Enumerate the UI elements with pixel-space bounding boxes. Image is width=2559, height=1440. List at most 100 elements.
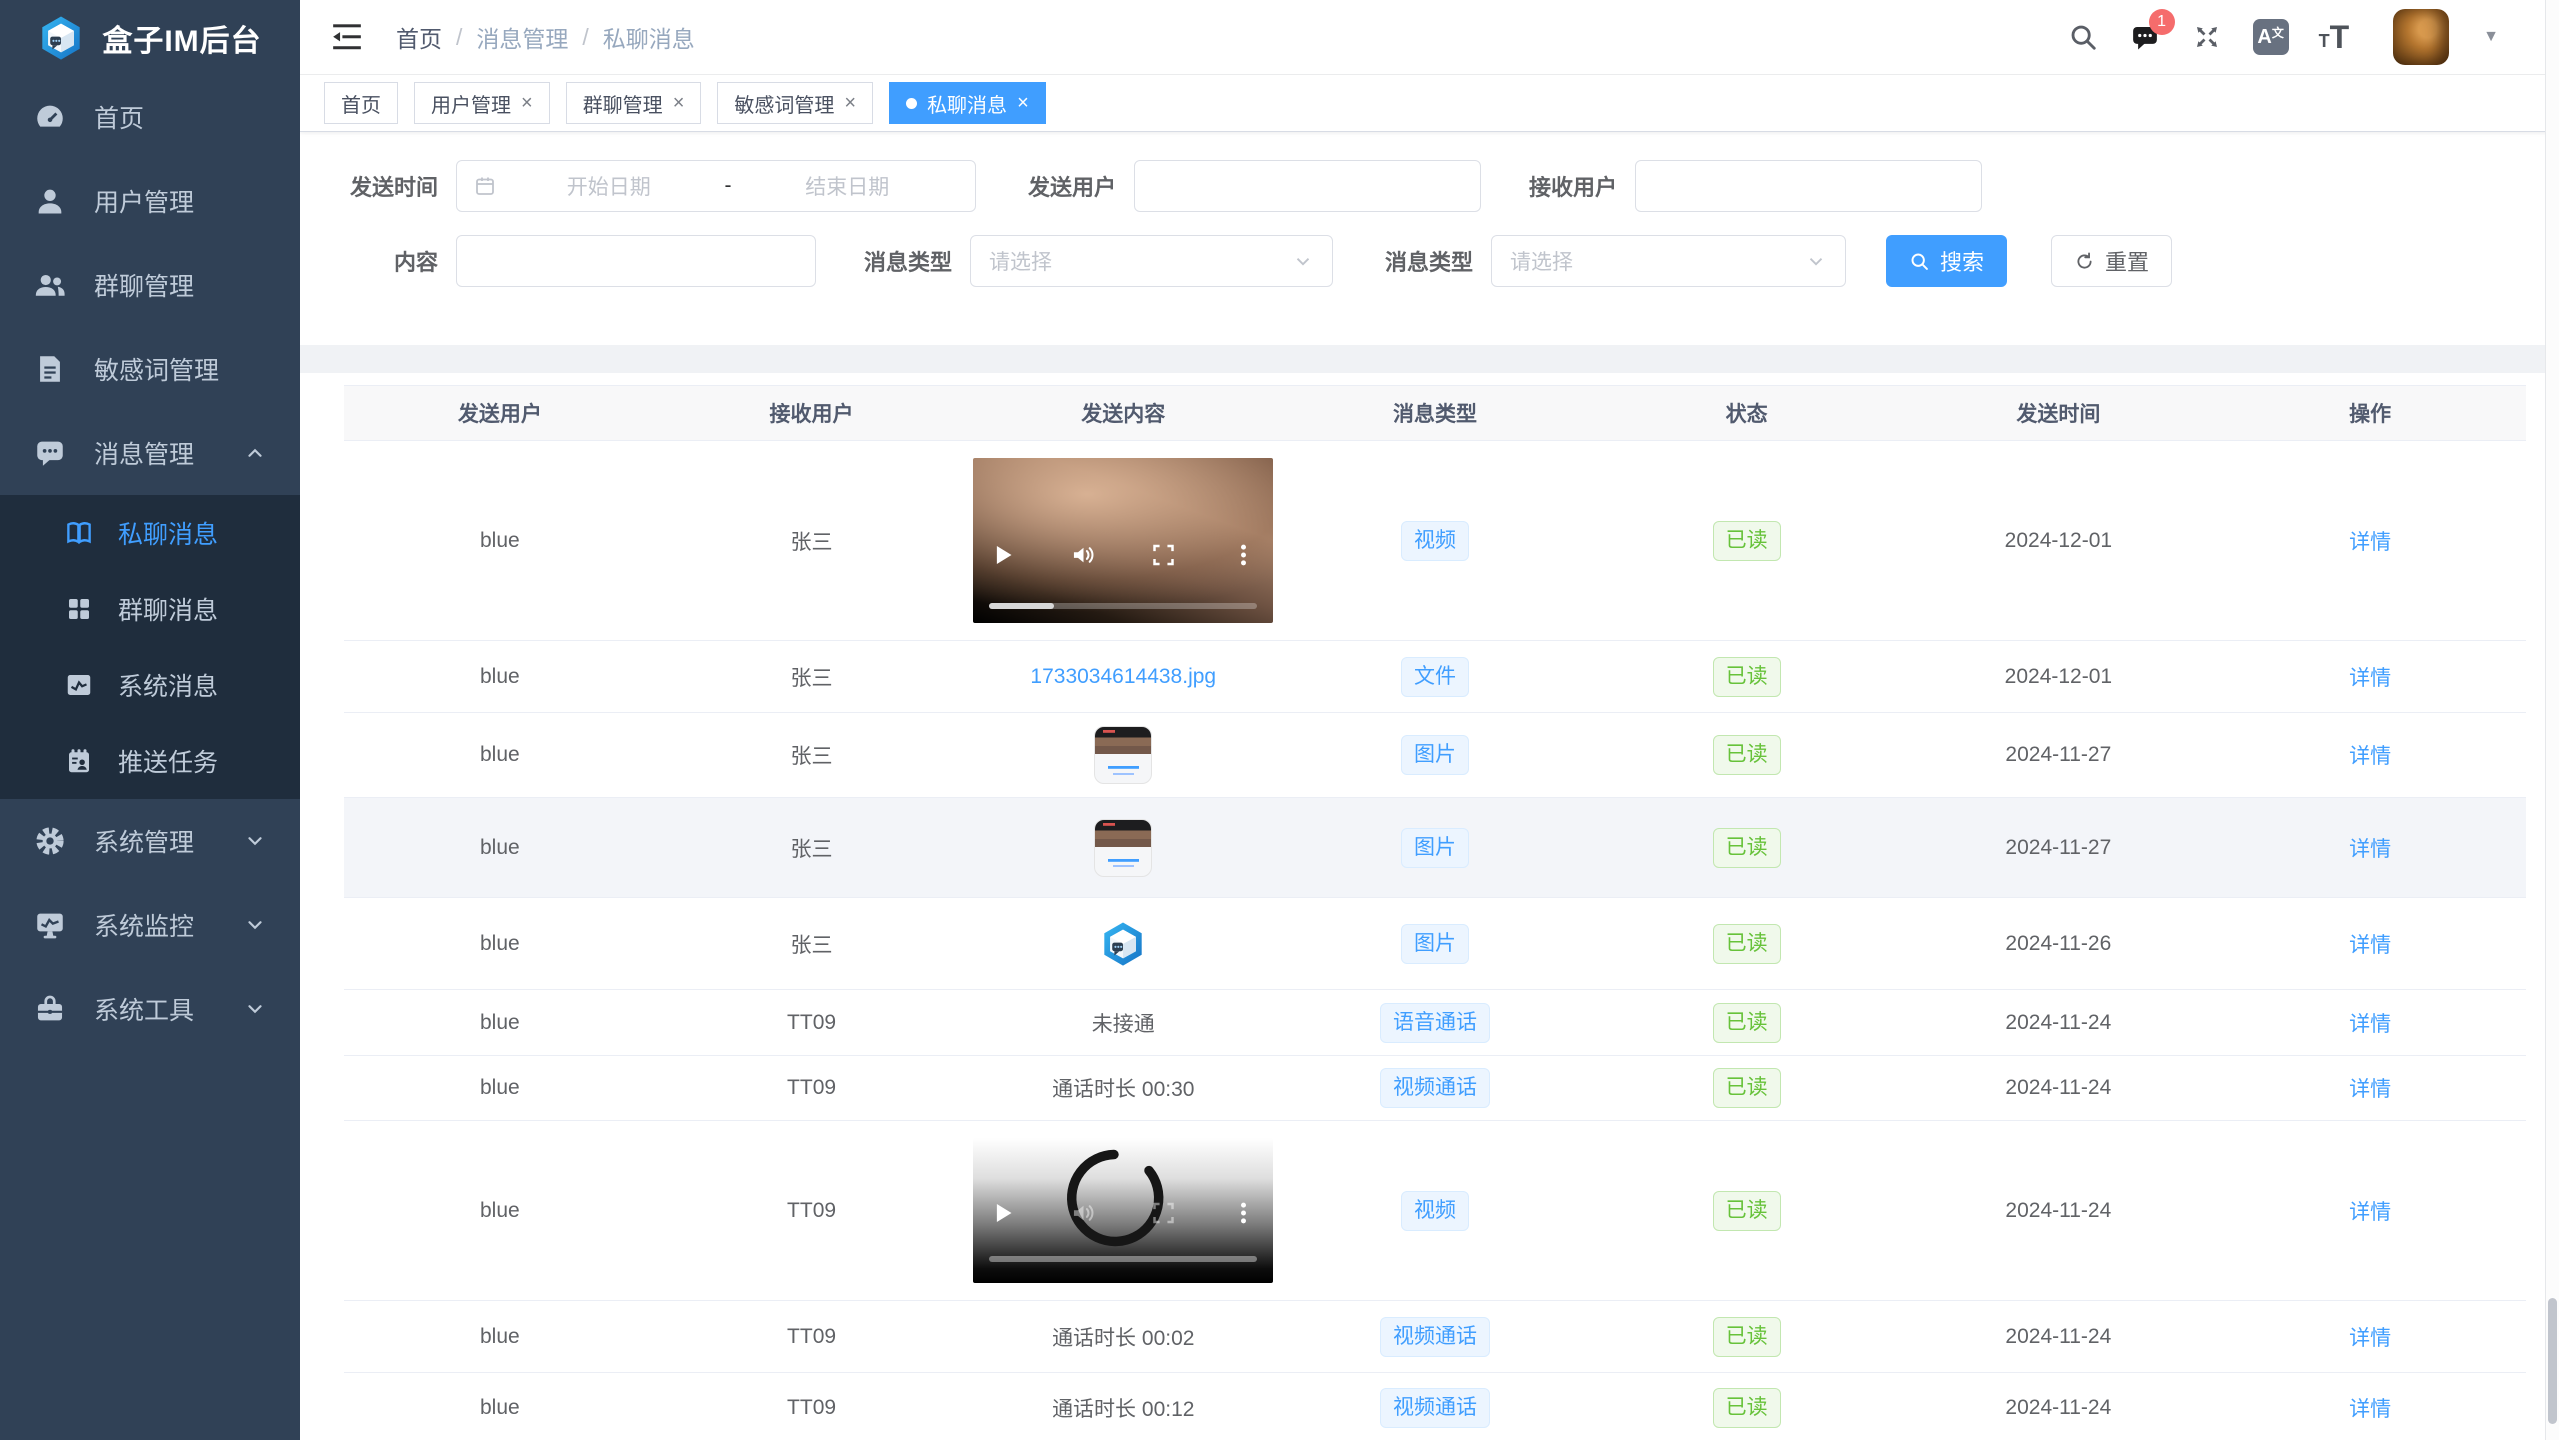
book-icon: [64, 518, 94, 548]
sidebar-item-groups[interactable]: 群聊管理: [0, 243, 300, 327]
fullscreen-icon[interactable]: [1150, 542, 1177, 569]
send-user-input[interactable]: [1134, 160, 1481, 212]
date-range-picker[interactable]: 开始日期 - 结束日期: [456, 160, 976, 212]
tab-close-icon[interactable]: ×: [844, 93, 856, 113]
tab-label: 敏感词管理: [734, 89, 834, 118]
tools-icon: [33, 992, 67, 1026]
message-type-tag: 语音通话: [1380, 1003, 1490, 1043]
sidebar-item-messages[interactable]: 消息管理: [0, 411, 300, 495]
receiver-cell: TT09: [787, 1396, 836, 1419]
tab-sensitive-words[interactable]: 敏感词管理 ×: [717, 82, 873, 124]
end-date-input[interactable]: 结束日期: [736, 171, 960, 201]
tab-label: 群聊管理: [583, 89, 663, 118]
detail-link[interactable]: 详情: [2349, 1398, 2391, 1421]
detail-link[interactable]: 详情: [2349, 1327, 2391, 1350]
detail-link[interactable]: 详情: [2349, 934, 2391, 957]
detail-link[interactable]: 详情: [2349, 1078, 2391, 1101]
sidebar-item-users[interactable]: 用户管理: [0, 159, 300, 243]
tab-close-icon[interactable]: ×: [673, 93, 685, 113]
chevron-up-icon: [244, 442, 266, 464]
sidebar-item-system-tools[interactable]: 系统工具: [0, 967, 300, 1051]
sidebar-item-system-messages[interactable]: 系统消息: [0, 647, 300, 723]
language-icon[interactable]: A文: [2253, 19, 2289, 55]
sidebar-item-label: 系统管理: [94, 823, 194, 859]
message-type-select[interactable]: 请选择: [970, 235, 1333, 287]
receiver-cell: 张三: [791, 934, 833, 957]
message-image-thumbnail[interactable]: [1094, 819, 1152, 877]
file-link[interactable]: 1733034614438.jpg: [1030, 665, 1216, 688]
col-content: 发送内容: [967, 386, 1279, 441]
tab-private-messages[interactable]: 私聊消息 ×: [889, 82, 1046, 124]
detail-link[interactable]: 详情: [2349, 1013, 2391, 1036]
receive-user-input[interactable]: [1635, 160, 1982, 212]
video-player[interactable]: [973, 1138, 1273, 1283]
video-progress-bar[interactable]: [989, 1256, 1257, 1262]
message-image-thumbnail[interactable]: [1094, 726, 1152, 784]
play-icon[interactable]: [989, 1200, 1016, 1227]
tab-close-icon[interactable]: ×: [1017, 93, 1029, 113]
more-icon[interactable]: [1230, 542, 1257, 569]
search-button[interactable]: 搜索: [1886, 235, 2007, 287]
avatar-caret-down-icon[interactable]: ▼: [2483, 28, 2499, 46]
calendar-icon: [473, 174, 497, 198]
sender-cell: blue: [480, 665, 520, 688]
document-icon: [33, 352, 67, 386]
reset-button[interactable]: 重置: [2051, 235, 2172, 287]
sidebar-item-system-monitor[interactable]: 系统监控: [0, 883, 300, 967]
detail-link[interactable]: 详情: [2349, 531, 2391, 554]
chevron-down-icon: [244, 830, 266, 852]
header-message-icon[interactable]: 1: [2129, 21, 2161, 53]
message-image-thumbnail[interactable]: [1094, 915, 1152, 973]
sidebar-item-group-messages[interactable]: 群聊消息: [0, 571, 300, 647]
status-tag: 已读: [1713, 1191, 1781, 1231]
detail-link[interactable]: 详情: [2349, 838, 2391, 861]
sidebar-item-label: 系统消息: [118, 667, 218, 703]
sidebar-item-private-messages[interactable]: 私聊消息: [0, 495, 300, 571]
sidebar-collapse-icon[interactable]: [330, 22, 364, 52]
detail-link[interactable]: 详情: [2349, 1201, 2391, 1224]
tab-label: 私聊消息: [927, 89, 1007, 118]
send-time-cell: 2024-12-01: [2005, 529, 2112, 552]
sidebar-item-home[interactable]: 首页: [0, 75, 300, 159]
messages-table-panel: 发送用户 接收用户 发送内容 消息类型 状态 发送时间 操作 blue张三视频已…: [300, 373, 2559, 1440]
fullscreen-icon[interactable]: [2191, 21, 2223, 53]
fullscreen-icon[interactable]: [1150, 1200, 1177, 1227]
scrollbar-thumb[interactable]: [2548, 1298, 2557, 1424]
receive-user-label: 接收用户: [1525, 170, 1617, 202]
header-search-icon[interactable]: [2067, 21, 2099, 53]
message-type-tag: 图片: [1401, 735, 1469, 775]
tab-label: 首页: [341, 89, 381, 118]
sidebar-item-system-management[interactable]: 系统管理: [0, 799, 300, 883]
message-type-tag: 视频: [1401, 521, 1469, 561]
sidebar-item-push-tasks[interactable]: 推送任务: [0, 723, 300, 799]
video-player[interactable]: [973, 458, 1273, 623]
play-icon[interactable]: [989, 542, 1016, 569]
message-type-tag: 视频通话: [1380, 1068, 1490, 1108]
send-time-cell: 2024-12-01: [2005, 665, 2112, 688]
volume-icon[interactable]: [1070, 542, 1097, 569]
reset-button-label: 重置: [2105, 245, 2149, 277]
table-row: blue张三图片已读2024-11-27详情: [344, 713, 2526, 798]
detail-link[interactable]: 详情: [2349, 667, 2391, 690]
tab-close-icon[interactable]: ×: [521, 93, 533, 113]
volume-icon[interactable]: [1070, 1200, 1097, 1227]
chevron-down-icon: [244, 914, 266, 936]
section-divider: [300, 345, 2559, 373]
start-date-input[interactable]: 开始日期: [497, 171, 721, 201]
sidebar-item-sensitive-words[interactable]: 敏感词管理: [0, 327, 300, 411]
vertical-scrollbar[interactable]: [2545, 0, 2559, 1440]
content-input[interactable]: [456, 235, 816, 287]
loading-spinner: [1062, 1146, 1166, 1250]
avatar[interactable]: [2393, 9, 2449, 65]
tab-home[interactable]: 首页: [324, 82, 398, 124]
font-size-icon[interactable]: TT: [2319, 22, 2350, 52]
tab-group-management[interactable]: 群聊管理 ×: [566, 82, 702, 124]
breadcrumb-home[interactable]: 首页: [396, 20, 442, 54]
detail-link[interactable]: 详情: [2349, 745, 2391, 768]
message-type-tag: 视频: [1401, 1191, 1469, 1231]
message-type2-select[interactable]: 请选择: [1491, 235, 1846, 287]
more-icon[interactable]: [1230, 1200, 1257, 1227]
app-logo[interactable]: 盒子IM后台: [0, 0, 300, 75]
tab-user-management[interactable]: 用户管理 ×: [414, 82, 550, 124]
video-progress-bar[interactable]: [989, 603, 1257, 609]
